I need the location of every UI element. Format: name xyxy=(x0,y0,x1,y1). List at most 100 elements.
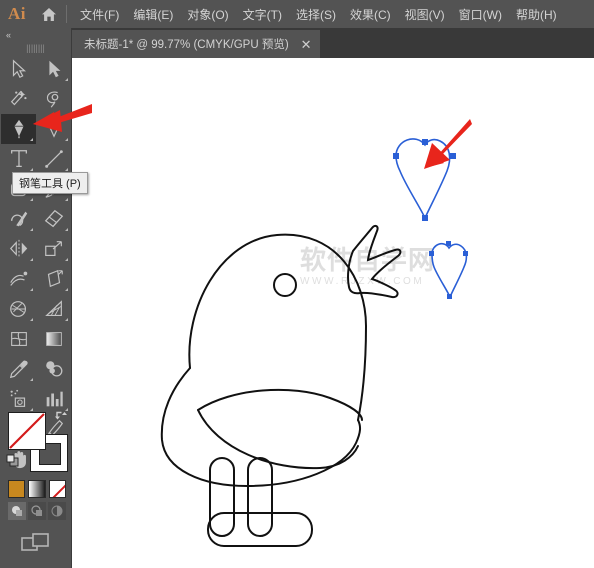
mesh-tool-icon xyxy=(10,332,27,346)
gradient-tool-icon xyxy=(45,332,62,346)
perspective-grid-tool-icon xyxy=(44,300,62,317)
tool-curvature-tool[interactable] xyxy=(36,114,71,144)
tool-reflect-tool[interactable] xyxy=(1,234,36,264)
close-icon[interactable]: ✕ xyxy=(301,38,312,51)
tool-lasso-tool[interactable] xyxy=(36,84,71,114)
change-screen-mode-icon[interactable] xyxy=(0,520,72,554)
document-tab-title: 未标题-1* @ 99.77% (CMYK/GPU 预览) xyxy=(84,39,289,51)
tool-perspective-grid-tool[interactable] xyxy=(36,294,71,324)
curvature-tool-icon xyxy=(48,118,59,138)
tool-type-tool[interactable] xyxy=(1,144,36,174)
color-mode-solid[interactable] xyxy=(8,480,26,498)
tool-eraser-tool[interactable] xyxy=(36,204,71,234)
tool-flyout-indicator xyxy=(30,378,33,381)
eraser-tool-icon xyxy=(44,209,63,228)
tool-flyout-indicator xyxy=(65,198,68,201)
drawing-mode-buttons xyxy=(0,498,72,520)
tools-panel: « |||||||| 钢笔工具 (P) xyxy=(0,28,88,568)
tool-mesh-tool[interactable] xyxy=(1,324,36,354)
teardrop-large-path xyxy=(395,138,451,220)
bird-leg-right xyxy=(247,457,273,537)
shape-builder-tool-icon xyxy=(9,301,26,317)
more-tools-icon[interactable]: ••• xyxy=(0,554,72,568)
pen-tool-tooltip: 钢笔工具 (P) xyxy=(12,172,88,194)
teardrop-small-path xyxy=(431,242,468,300)
artboard-canvas[interactable]: 软件自学网 WWW.RJZXW.COM xyxy=(72,58,594,568)
tool-flyout-indicator xyxy=(30,258,33,261)
draw-mode-glyph xyxy=(12,506,22,516)
draw-inside[interactable] xyxy=(48,502,66,520)
tool-flyout-indicator xyxy=(30,228,33,231)
tool-flyout-indicator xyxy=(30,138,33,141)
menu-object[interactable]: 对象(O) xyxy=(180,2,235,27)
default-fill-stroke-icon[interactable] xyxy=(6,454,20,468)
bird-drawing xyxy=(160,224,402,547)
tool-flyout-indicator xyxy=(65,258,68,261)
artwork-layer xyxy=(160,138,468,547)
tool-shaper-tool[interactable] xyxy=(1,204,36,234)
panel-drag-grip[interactable]: |||||||| xyxy=(0,42,71,54)
direct-selection-tool-icon xyxy=(48,60,60,78)
draw-behind[interactable] xyxy=(28,502,46,520)
tool-flyout-indicator xyxy=(30,288,33,291)
tool-flyout-indicator xyxy=(65,78,68,81)
menu-divider xyxy=(66,5,67,23)
type-tool-icon xyxy=(10,150,27,167)
bird-beak xyxy=(347,224,402,299)
line-segment-tool-icon xyxy=(44,150,63,168)
home-icon[interactable] xyxy=(34,0,64,28)
document-tab[interactable]: 未标题-1* @ 99.77% (CMYK/GPU 预览) ✕ xyxy=(72,30,320,58)
bird-head-body-outline xyxy=(188,233,368,421)
menu-help[interactable]: 帮助(H) xyxy=(509,2,564,27)
color-mode-gradient[interactable] xyxy=(28,480,46,498)
menu-type[interactable]: 文字(T) xyxy=(236,2,289,27)
document-tab-bar: 未标题-1* @ 99.77% (CMYK/GPU 预览) ✕ xyxy=(0,28,594,58)
tool-width-tool[interactable] xyxy=(1,264,36,294)
menu-bar: Ai 文件(F) 编辑(E) 对象(O) 文字(T) 选择(S) 效果(C) 视图(V) 窗口… xyxy=(0,0,594,28)
tool-line-segment-tool[interactable] xyxy=(36,144,71,174)
tool-magic-wand-tool[interactable] xyxy=(1,84,36,114)
tool-scale-tool[interactable] xyxy=(36,234,71,264)
tool-flyout-indicator xyxy=(65,138,68,141)
teardrop-large-anchors xyxy=(393,139,456,221)
shaper-tool-icon xyxy=(10,211,27,227)
menu-file[interactable]: 文件(F) xyxy=(73,2,126,27)
color-mode-buttons xyxy=(0,478,72,498)
color-mode-none[interactable] xyxy=(48,480,66,498)
tool-flyout-indicator xyxy=(65,228,68,231)
tool-eyedropper-tool[interactable] xyxy=(1,354,36,384)
fill-swatch[interactable] xyxy=(8,412,46,450)
tool-pen-tool[interactable] xyxy=(1,114,36,144)
illustrator-window: Ai 文件(F) 编辑(E) 对象(O) 文字(T) 选择(S) 效果(C) 视图(V) 窗口… xyxy=(0,0,594,568)
tool-flyout-indicator xyxy=(65,318,68,321)
width-tool-icon xyxy=(9,271,27,286)
tool-shape-builder-tool[interactable] xyxy=(1,294,36,324)
tool-direct-selection-tool[interactable] xyxy=(36,54,71,84)
eyedropper-tool-icon xyxy=(9,360,28,379)
menu-view[interactable]: 视图(V) xyxy=(398,2,452,27)
menu-select[interactable]: 选择(S) xyxy=(289,2,343,27)
tool-free-transform-tool[interactable] xyxy=(36,264,71,294)
menu-effect[interactable]: 效果(C) xyxy=(343,2,398,27)
bird-belly xyxy=(160,367,362,488)
fill-stroke-swatches xyxy=(0,406,72,478)
menu-window[interactable]: 窗口(W) xyxy=(452,2,509,27)
tool-blend-tool[interactable] xyxy=(36,354,71,384)
draw-mode-glyph xyxy=(31,505,42,516)
tool-gradient-tool[interactable] xyxy=(36,324,71,354)
blend-tool-icon xyxy=(45,361,62,377)
magic-wand-tool-icon xyxy=(10,90,27,106)
collapse-panel-icon[interactable]: « xyxy=(0,28,71,42)
pen-tool-icon xyxy=(13,119,24,139)
reflect-tool-icon xyxy=(9,239,27,258)
draw-normal[interactable] xyxy=(8,502,26,520)
bird-wing-bottom xyxy=(197,409,359,470)
bird-wing-top xyxy=(197,388,363,421)
tool-flyout-indicator xyxy=(30,198,33,201)
tool-selection-tool[interactable] xyxy=(1,54,36,84)
swap-fill-stroke-icon[interactable] xyxy=(54,408,68,422)
color-controls: ••• xyxy=(0,406,72,568)
menu-edit[interactable]: 编辑(E) xyxy=(126,2,180,27)
bird-eye xyxy=(273,273,297,297)
tool-flyout-indicator xyxy=(65,168,68,171)
